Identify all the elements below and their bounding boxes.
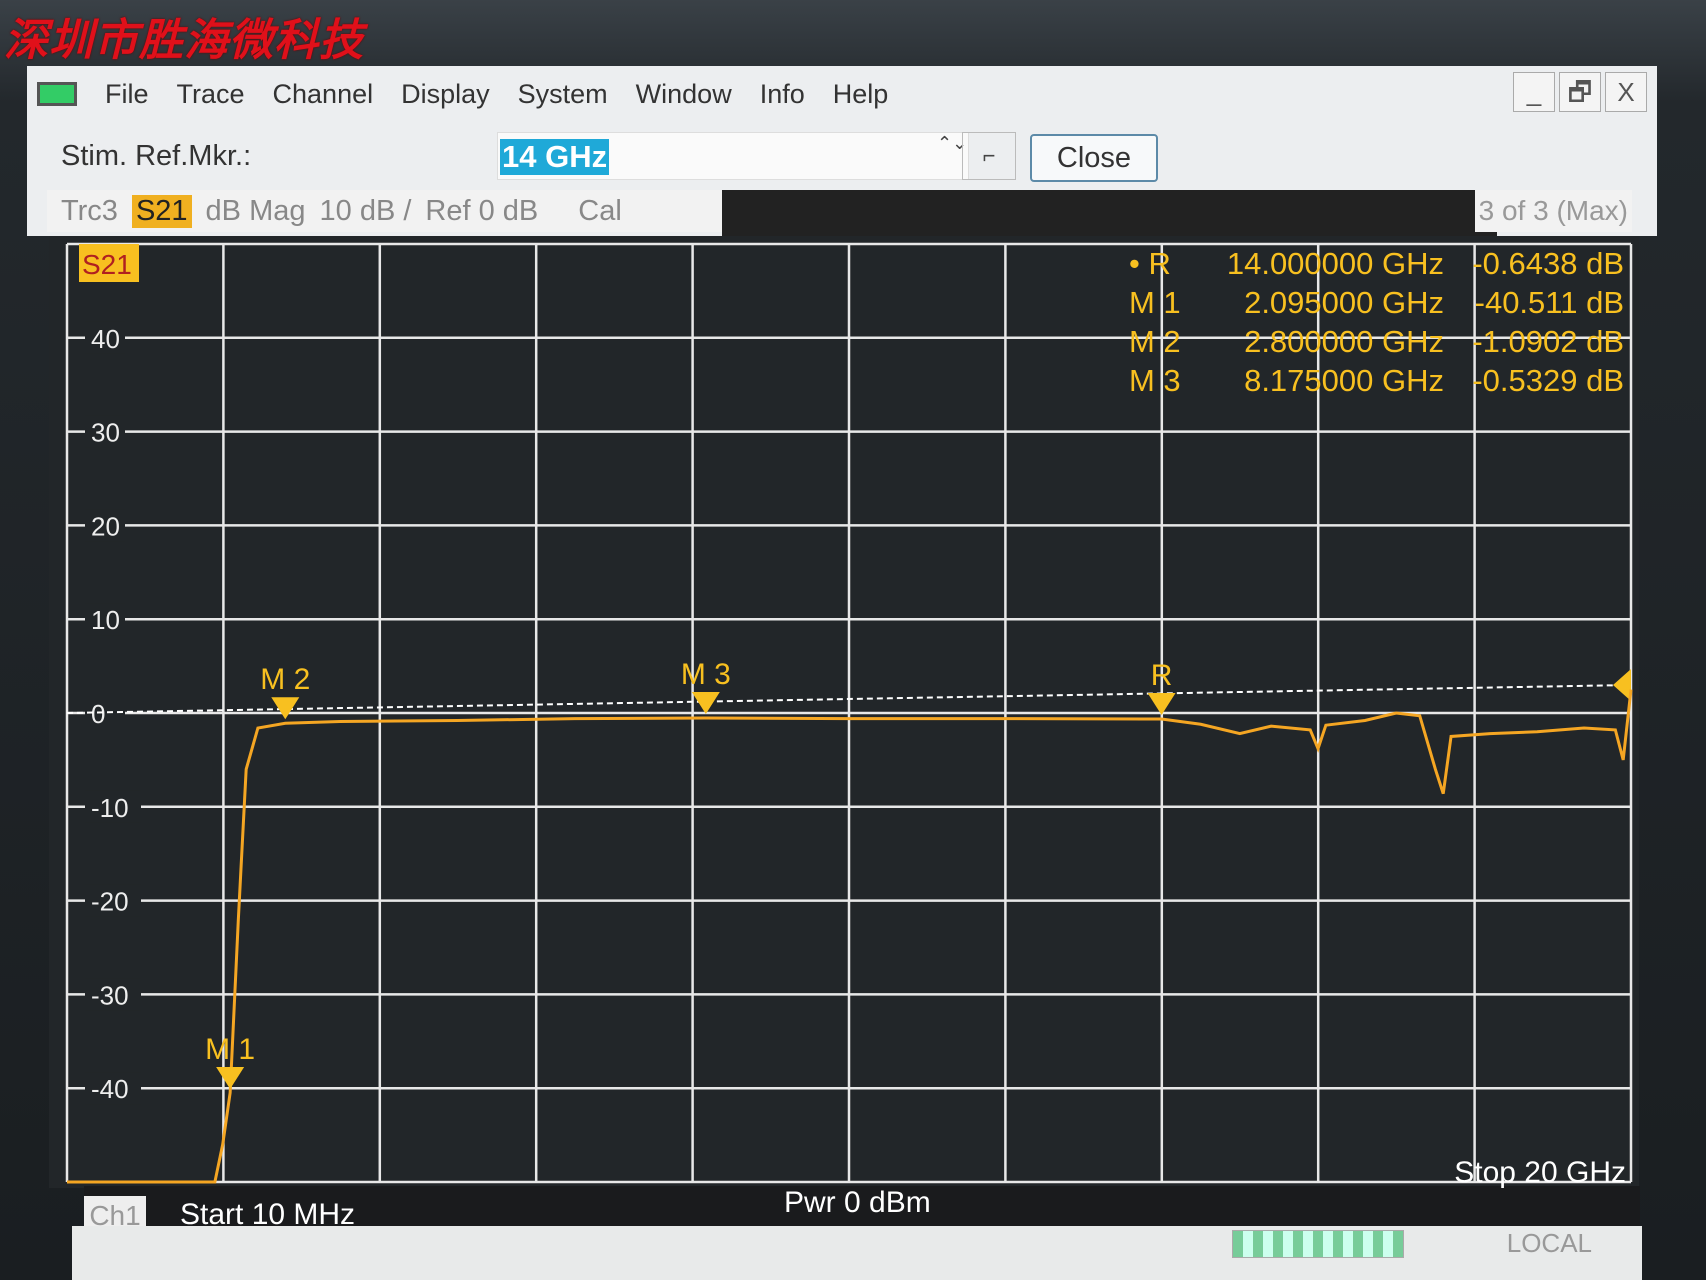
- stop-frequency[interactable]: Stop 20 GHz: [1454, 1156, 1626, 1190]
- trace-format: dB Mag: [205, 194, 306, 227]
- y-tick-label: 40: [91, 324, 120, 354]
- menu-channel[interactable]: Channel: [273, 79, 374, 110]
- menu-trace[interactable]: Trace: [177, 79, 245, 110]
- marker-readout-name: • R: [1129, 246, 1171, 281]
- local-status: LOCAL: [1506, 1228, 1592, 1258]
- marker-readout-name: M 3: [1129, 363, 1181, 398]
- marker-triangle-icon: [691, 691, 720, 714]
- close-button[interactable]: Close: [1030, 134, 1158, 182]
- stim-ref-marker-label: Stim. Ref.Mkr.:: [61, 140, 252, 172]
- trace-status-bar: Trc3 S21 dB Mag 10 dB / Ref 0 dB Cal 3 o…: [27, 190, 1657, 236]
- y-tick-label: -10: [91, 793, 129, 823]
- marker-triangle-icon: [216, 1066, 245, 1089]
- y-tick-label: 0: [91, 699, 105, 729]
- menu-file[interactable]: File: [105, 79, 149, 110]
- watermark: 深圳市胜海微科技: [4, 16, 364, 65]
- y-tick-label: 10: [91, 605, 120, 635]
- status-bar: LOCAL: [72, 1226, 1642, 1280]
- cal-status: Cal: [578, 194, 622, 227]
- app-icon: [37, 82, 77, 106]
- trace-bar-spacer: [722, 190, 1497, 236]
- power-level[interactable]: Pwr 0 dBm: [784, 1186, 931, 1220]
- marker-readout-value: -0.6438 dB: [1472, 246, 1624, 281]
- trace-scale: 10 dB /: [319, 194, 412, 227]
- menu-window[interactable]: Window: [636, 79, 732, 110]
- marker-readout-frequency: 8.175000 GHz: [1244, 363, 1444, 398]
- activity-meter: [1232, 1230, 1404, 1258]
- close-window-button[interactable]: X: [1605, 72, 1647, 112]
- minimize-button[interactable]: _: [1513, 72, 1555, 112]
- menu-system[interactable]: System: [518, 79, 608, 110]
- menu-display[interactable]: Display: [401, 79, 490, 110]
- marker-readout-frequency: 2.800000 GHz: [1244, 324, 1444, 359]
- marker-label: M 3: [681, 658, 731, 691]
- marker-triangle-icon: [271, 697, 300, 720]
- vna-window: File Trace Channel Display System Window…: [27, 66, 1657, 236]
- marker-triangle-icon: [1147, 693, 1176, 716]
- marker-readout-value: -0.5329 dB: [1472, 363, 1624, 398]
- menu-help[interactable]: Help: [833, 79, 889, 110]
- step-dropdown[interactable]: ⌐: [962, 132, 1016, 180]
- trace-ref: Ref 0 dB: [425, 194, 539, 227]
- y-tick-label: 20: [91, 511, 120, 541]
- marker-readout-frequency: 14.000000 GHz: [1227, 246, 1444, 281]
- marker-count: 3 of 3 (Max): [1474, 190, 1632, 232]
- marker-readout-value: -1.0902 dB: [1472, 324, 1624, 359]
- stimulus-toolbar: Stim. Ref.Mkr.: 14 GHz ⌃⌄ ⌐ Close: [27, 124, 1657, 188]
- y-tick-label: -20: [91, 887, 129, 917]
- marker-readout-value: -40.511 dB: [1475, 285, 1624, 320]
- stim-ref-marker-input[interactable]: 14 GHz: [497, 132, 969, 180]
- trace-parameter[interactable]: S21: [131, 194, 192, 228]
- marker-readout-name: M 2: [1129, 324, 1181, 359]
- marker-readout-name: M 1: [1129, 285, 1181, 320]
- marker-label: M 1: [205, 1033, 255, 1066]
- stim-value: 14 GHz: [500, 139, 610, 175]
- menu-info[interactable]: Info: [760, 79, 805, 110]
- trace-name: Trc3: [61, 194, 118, 227]
- restore-button[interactable]: 🗗: [1559, 72, 1601, 112]
- trace-label: S21: [82, 249, 132, 280]
- marker-label: M 2: [260, 663, 310, 696]
- s21-chart: 40 30 20 10 0 -10 -20 -30 -40 S21 R M 1 M 2 M 3 • R 14.…: [65, 242, 1633, 1184]
- marker-readout-frequency: 2.095000 GHz: [1244, 285, 1444, 320]
- menu-bar: File Trace Channel Display System Window…: [27, 66, 1657, 122]
- marker-label: R: [1151, 659, 1173, 692]
- y-tick-label: -40: [91, 1074, 129, 1104]
- trace-info[interactable]: Trc3 S21 dB Mag 10 dB / Ref 0 dB Cal: [47, 190, 722, 232]
- y-tick-label: -30: [91, 980, 129, 1010]
- plot-area[interactable]: 40 30 20 10 0 -10 -20 -30 -40 S21 R M 1 M 2 M 3 • R 14.…: [49, 236, 1639, 1188]
- reference-level-arrow-icon: [1613, 669, 1631, 701]
- y-tick-label: 30: [91, 418, 120, 448]
